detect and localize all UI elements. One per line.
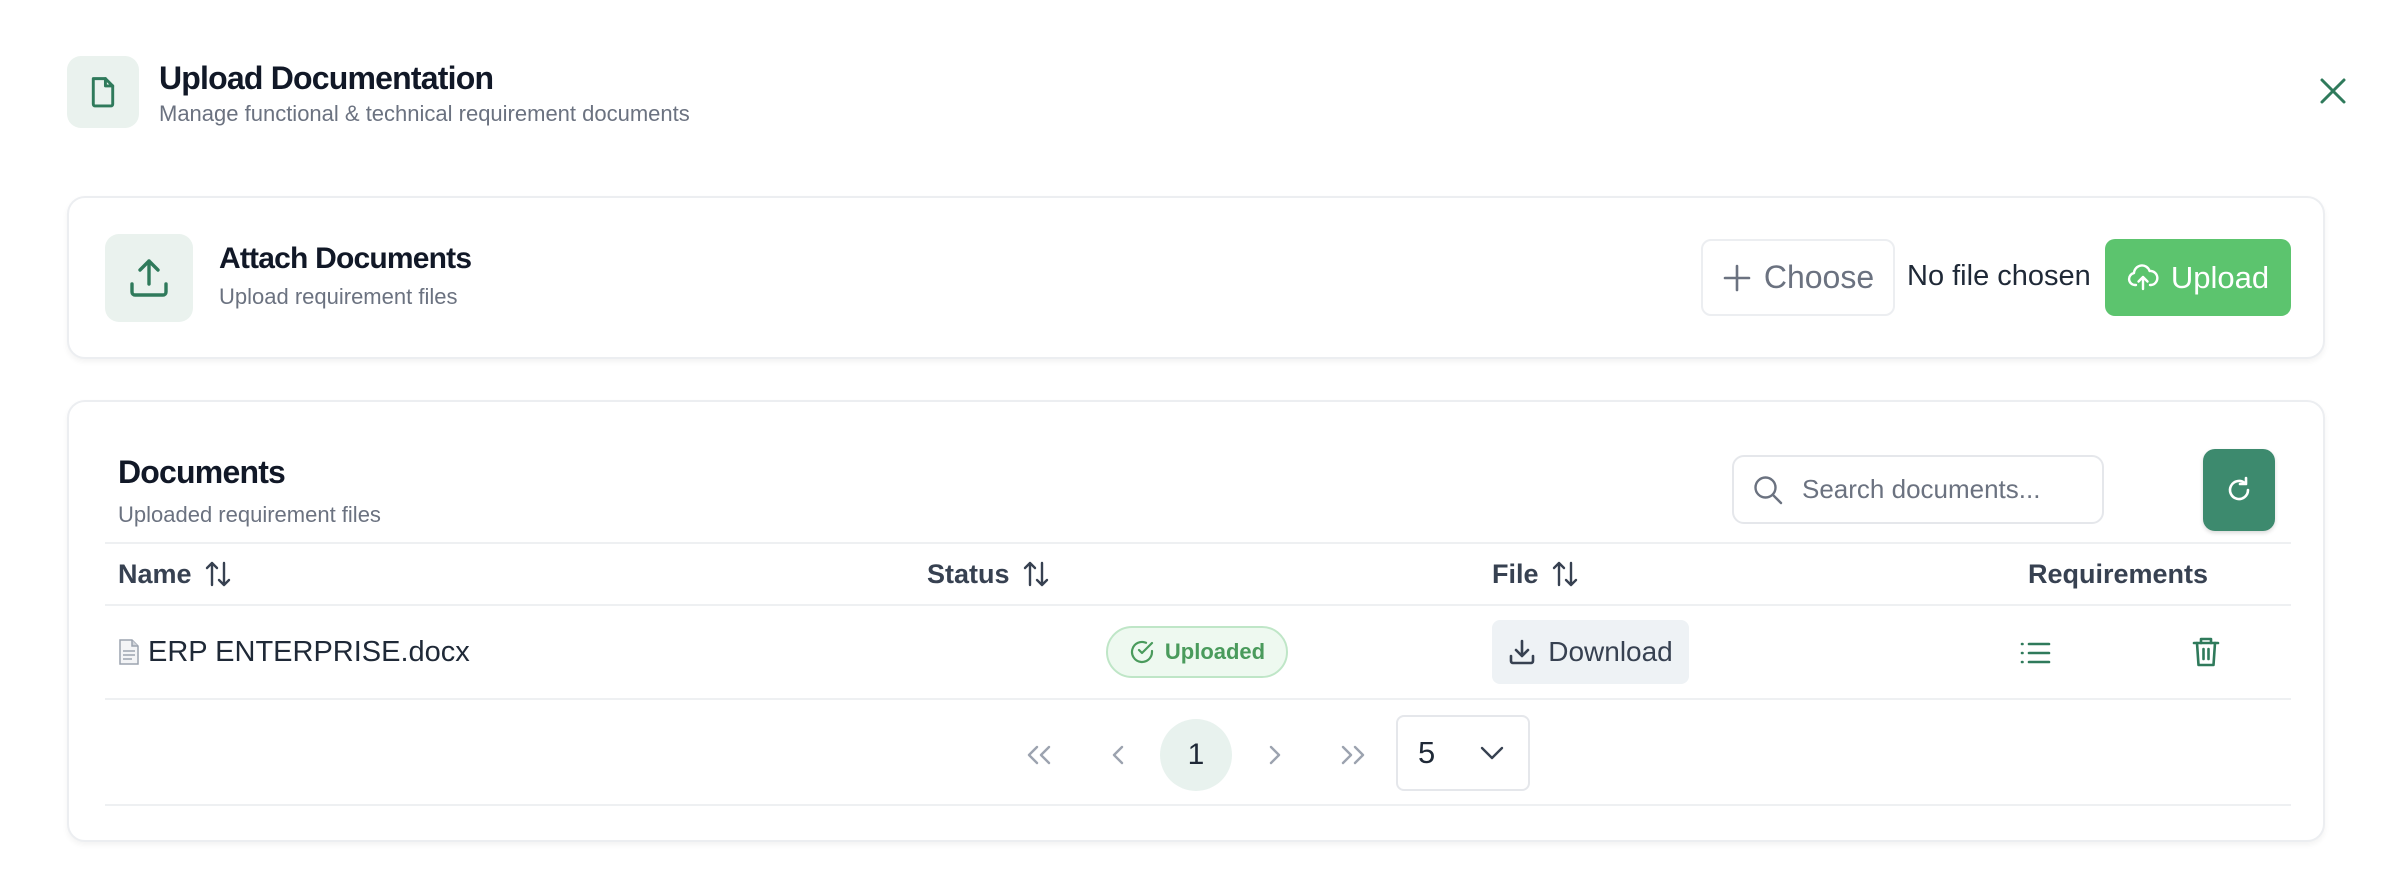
choose-label: Choose xyxy=(1763,259,1875,295)
document-name-cell: ERP ENTERPRISE.docx xyxy=(118,606,470,698)
documents-title: Documents xyxy=(118,454,286,490)
sort-icon xyxy=(204,559,232,589)
modal-header: Upload Documentation Manage functional &… xyxy=(67,56,690,128)
column-file-label: File xyxy=(1492,558,1539,589)
column-header-requirements: Requirements xyxy=(2028,544,2208,604)
page-size-select[interactable]: 5 xyxy=(1396,715,1530,791)
view-requirements-button[interactable] xyxy=(2015,633,2055,673)
document-name: ERP ENTERPRISE.docx xyxy=(148,635,470,668)
double-chevron-left-icon xyxy=(1027,745,1051,765)
column-status-label: Status xyxy=(927,558,1010,589)
download-icon xyxy=(1509,639,1535,665)
sort-icon xyxy=(1022,559,1050,589)
documents-card: Documents Uploaded requirement files Nam… xyxy=(67,400,2325,842)
first-page-button[interactable] xyxy=(1003,719,1075,791)
column-name-label: Name xyxy=(118,558,192,589)
document-icon xyxy=(67,56,139,128)
refresh-icon xyxy=(2228,476,2250,501)
search-input[interactable] xyxy=(1802,474,2082,505)
list-icon xyxy=(2020,642,2051,664)
attach-documents-card: Attach Documents Upload requirement file… xyxy=(67,196,2325,359)
table-header: Name Status File Requirements xyxy=(105,542,2291,606)
check-circle-icon xyxy=(1130,640,1153,664)
chevron-right-icon xyxy=(1269,745,1281,765)
close-button[interactable] xyxy=(2316,74,2350,108)
plus-icon xyxy=(1723,264,1751,291)
search-box xyxy=(1732,455,2104,524)
column-requirements-label: Requirements xyxy=(2028,558,2209,589)
attach-title: Attach Documents xyxy=(219,242,472,275)
double-chevron-right-icon xyxy=(1341,745,1365,765)
chevron-left-icon xyxy=(1112,745,1124,765)
previous-page-button[interactable] xyxy=(1082,719,1154,791)
cloud-upload-icon xyxy=(2127,263,2159,290)
pagination: 1 5 xyxy=(105,700,2291,806)
chevron-down-icon xyxy=(1480,746,1504,760)
column-header-status[interactable]: Status xyxy=(927,544,1050,604)
next-page-button[interactable] xyxy=(1239,719,1311,791)
modal-title: Upload Documentation xyxy=(159,60,494,96)
status-label: Uploaded xyxy=(1164,639,1266,664)
column-header-name[interactable]: Name xyxy=(118,544,232,604)
search-icon xyxy=(1754,475,1783,504)
close-icon xyxy=(2320,78,2346,104)
attach-subtitle: Upload requirement files xyxy=(219,284,458,309)
upload-label: Upload xyxy=(2170,259,2270,295)
documents-subtitle: Uploaded requirement files xyxy=(118,502,381,527)
refresh-button[interactable] xyxy=(2203,449,2275,531)
table-row: ERP ENTERPRISE.docx Uploaded Download xyxy=(105,606,2291,700)
file-icon xyxy=(119,639,139,665)
sort-icon xyxy=(1551,559,1579,589)
modal-subtitle: Manage functional & technical requiremen… xyxy=(159,101,690,126)
download-label: Download xyxy=(1548,636,1673,667)
upload-tray-icon xyxy=(105,234,193,322)
page-1-button[interactable]: 1 xyxy=(1160,719,1232,791)
file-status-text: No file chosen xyxy=(1907,260,2091,292)
choose-file-button[interactable]: Choose xyxy=(1701,239,1895,316)
last-page-button[interactable] xyxy=(1317,719,1389,791)
trash-icon xyxy=(2192,637,2220,667)
upload-button[interactable]: Upload xyxy=(2105,239,2291,316)
download-button[interactable]: Download xyxy=(1492,620,1689,684)
delete-button[interactable] xyxy=(2186,632,2226,672)
page-size-value: 5 xyxy=(1418,735,1436,770)
status-badge: Uploaded xyxy=(1106,626,1288,678)
column-header-file[interactable]: File xyxy=(1492,544,1579,604)
